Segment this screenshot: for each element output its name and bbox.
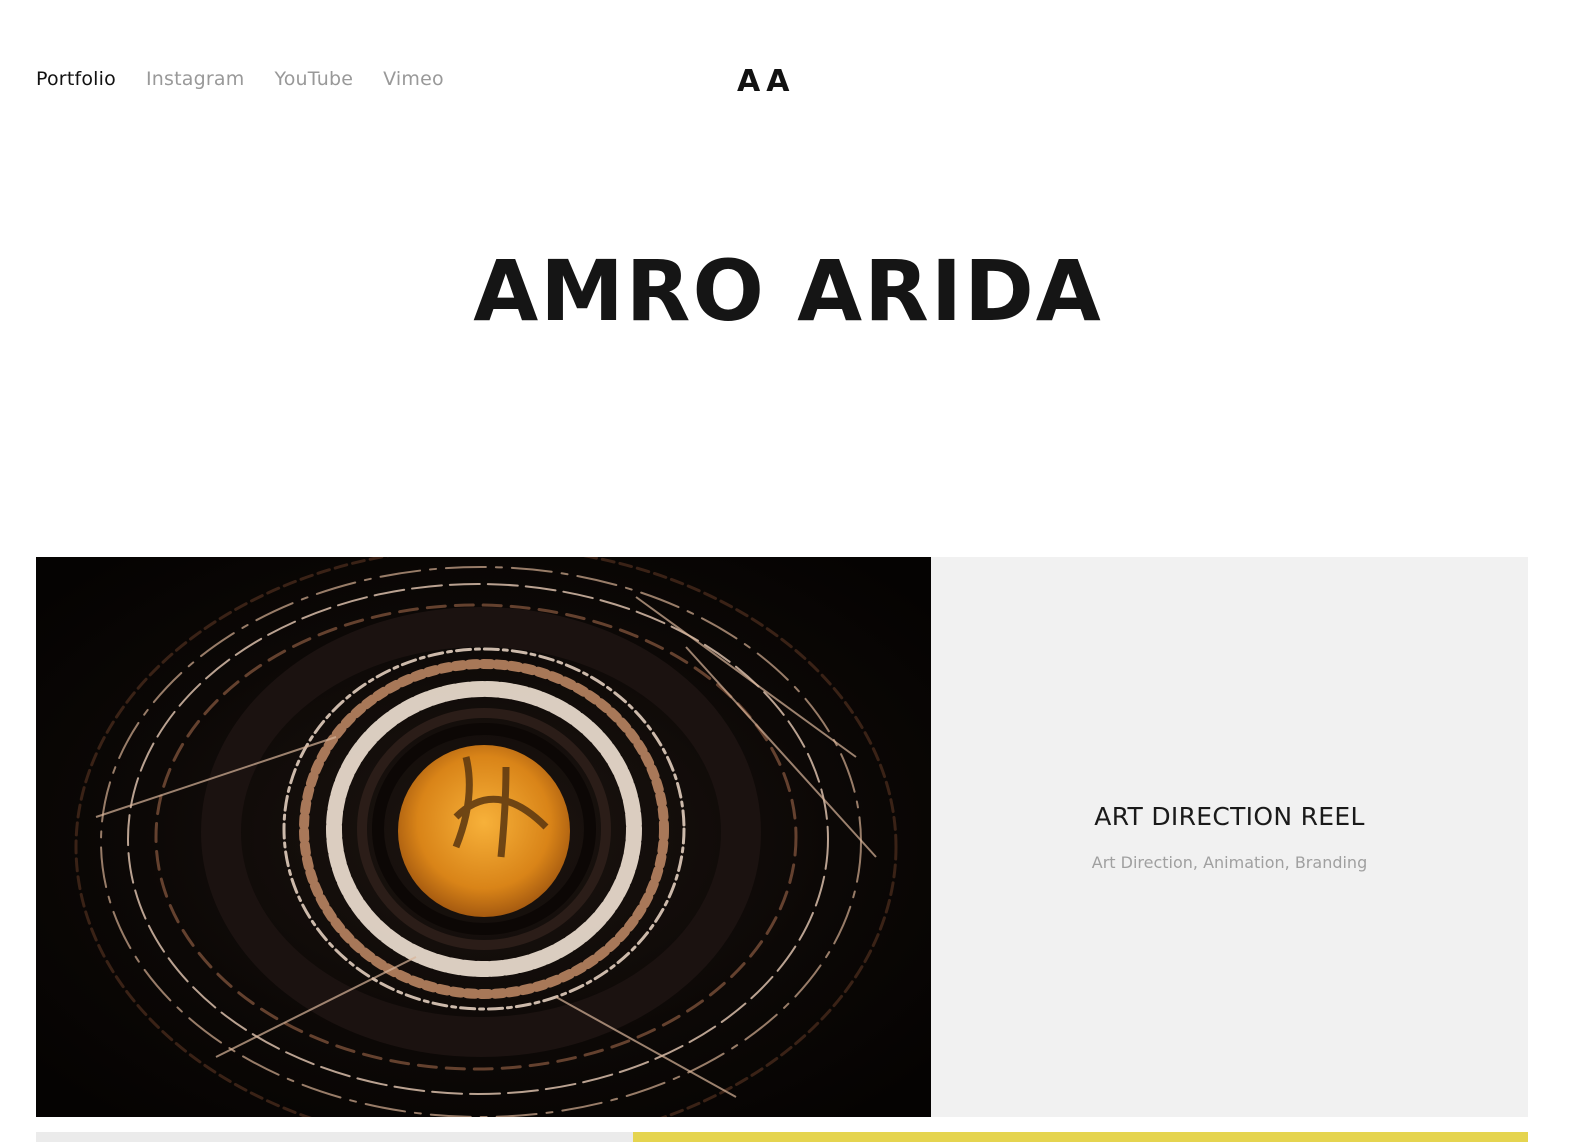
next-project-panel-preview[interactable] bbox=[36, 1132, 633, 1142]
hero-title: AMRO ARIDA bbox=[473, 242, 1103, 340]
project-card-art-direction-reel[interactable]: ART DIRECTION REEL Art Direction, Animat… bbox=[36, 557, 1528, 1117]
project-tags: Art Direction, Animation, Branding bbox=[1091, 853, 1368, 872]
nav-link-portfolio[interactable]: Portfolio bbox=[36, 68, 116, 90]
nav-link-vimeo[interactable]: Vimeo bbox=[383, 68, 444, 90]
nav-link-youtube[interactable]: YouTube bbox=[274, 68, 353, 90]
industrial-tower-image bbox=[36, 557, 931, 1117]
project-thumbnail[interactable] bbox=[36, 557, 931, 1117]
next-project-thumbnail-preview[interactable] bbox=[633, 1132, 1528, 1142]
top-navigation: Portfolio Instagram YouTube Vimeo bbox=[36, 68, 444, 90]
project-title: ART DIRECTION REEL bbox=[1094, 802, 1365, 831]
page: Portfolio Instagram YouTube Vimeo AA AMR… bbox=[0, 0, 1576, 1142]
nav-link-instagram[interactable]: Instagram bbox=[146, 68, 244, 90]
project-info-panel[interactable]: ART DIRECTION REEL Art Direction, Animat… bbox=[931, 557, 1528, 1117]
site-logo[interactable]: AA bbox=[737, 64, 795, 99]
